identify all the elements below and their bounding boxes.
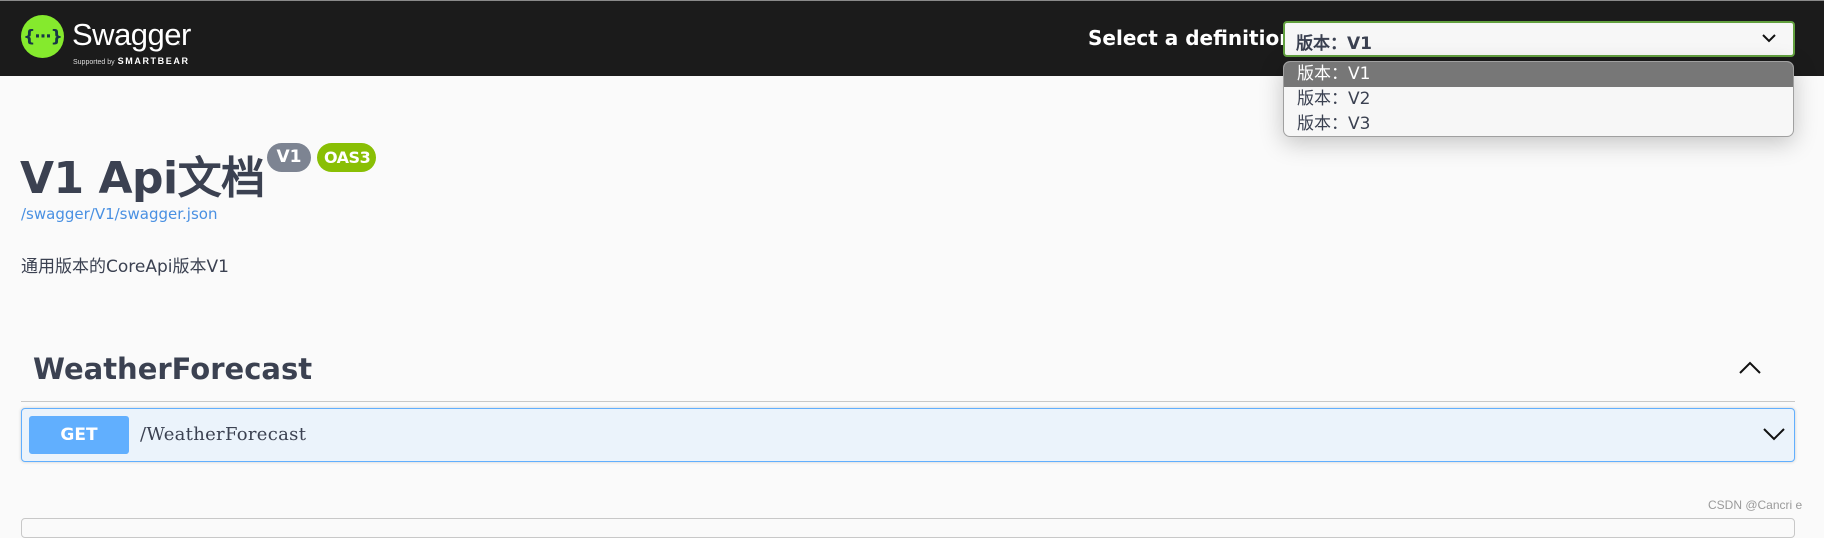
trademark: ™ (176, 43, 181, 49)
spec-json-link[interactable]: /swagger/V1/swagger.json (21, 205, 217, 223)
swagger-logo-icon: {···} (21, 15, 64, 58)
supported-by-text: Supported by (73, 59, 115, 66)
chevron-up-icon[interactable] (1738, 360, 1762, 376)
operation-path: /WeatherForecast (140, 424, 307, 445)
logo-glyph: {···} (23, 26, 63, 47)
definition-option-v2[interactable]: 版本：V2 (1284, 87, 1793, 112)
definition-option-v1[interactable]: 版本：V1 (1284, 62, 1793, 87)
chevron-down-icon[interactable] (1762, 426, 1786, 442)
definition-option-v3[interactable]: 版本：V3 (1284, 112, 1793, 136)
tag-name: WeatherForecast (33, 352, 313, 386)
method-badge-get: GET (29, 416, 129, 454)
brand-name: Swagger (72, 17, 191, 52)
supported-by: Supported by SMARTBEAR (73, 56, 190, 66)
company-name: SMARTBEAR (117, 56, 190, 66)
watermark: CSDN @Cancri e (1708, 498, 1803, 512)
api-description: 通用版本的CoreApi版本V1 (21, 257, 229, 277)
api-title: V1 Api文档 (20, 153, 265, 204)
tag-section-weatherforecast[interactable]: WeatherForecast (21, 340, 1795, 402)
definition-select-value: 版本：V1 (1296, 34, 1372, 54)
definition-select[interactable]: 版本：V1 (1283, 21, 1795, 57)
next-section-box (21, 518, 1795, 538)
version-badge: V1 (267, 143, 311, 172)
chevron-down-icon (1762, 34, 1776, 43)
select-definition-label: Select a definition (1088, 26, 1294, 50)
definition-dropdown-list: 版本：V1 版本：V2 版本：V3 (1283, 61, 1794, 137)
operation-get-weatherforecast[interactable]: GET /WeatherForecast (21, 408, 1795, 462)
oas-badge: OAS3 (317, 143, 376, 172)
